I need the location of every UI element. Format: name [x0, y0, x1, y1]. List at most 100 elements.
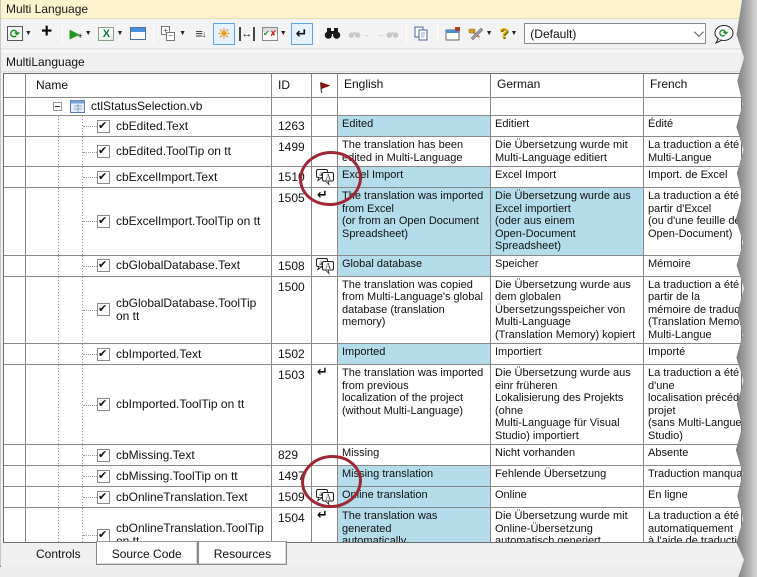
german-cell[interactable]: Speicher [491, 256, 644, 277]
row-selector[interactable] [4, 188, 26, 256]
tools-button[interactable]: ▼ [465, 23, 496, 45]
french-cell[interactable]: La traduction a été im d'une localisatio… [644, 365, 742, 445]
id-cell[interactable] [272, 98, 312, 116]
translate-button[interactable]: ⟳ [710, 23, 738, 45]
row-selector[interactable] [4, 487, 26, 508]
excel-import-button[interactable]: X▼ [96, 23, 127, 45]
table-row[interactable]: cbOnlineTranslation.Text1509aAOnline tra… [4, 487, 742, 508]
french-cell[interactable]: Absente [644, 445, 742, 466]
table-row[interactable]: cbOnlineTranslation.ToolTip on tt1504↵Th… [4, 508, 742, 543]
dropdown-caret-icon[interactable]: ▼ [25, 30, 32, 37]
german-cell[interactable]: Die Übersetzung wurde aus Excel importie… [491, 188, 644, 256]
column-header-french[interactable]: French [644, 74, 742, 98]
find-button[interactable] [322, 23, 345, 45]
table-row[interactable]: cbExcelImport.ToolTip on tt1505↵The tran… [4, 188, 742, 256]
id-cell[interactable]: 1503 [272, 365, 312, 445]
table-row[interactable]: cbImported.Text1502ImportedImportiertImp… [4, 344, 742, 365]
german-cell[interactable]: Online [491, 487, 644, 508]
english-cell[interactable]: Online translation [338, 487, 491, 508]
german-cell[interactable]: Editiert [491, 116, 644, 137]
row-selector[interactable] [4, 116, 26, 137]
english-cell[interactable]: Edited [338, 116, 491, 137]
french-cell[interactable]: La traduction a été c partir de la mémoi… [644, 277, 742, 345]
row-selector[interactable] [4, 167, 26, 188]
row-selector[interactable] [4, 508, 26, 543]
group-row-name-cell[interactable]: ctlStatusSelection.vb [26, 98, 272, 116]
name-cell[interactable]: cbEdited.Text [26, 116, 272, 137]
german-cell[interactable]: Importiert [491, 344, 644, 365]
german-cell[interactable]: Die Übersetzung wurde aus dem globalen Ü… [491, 277, 644, 345]
column-header-name[interactable]: Name [26, 74, 272, 98]
row-checkbox[interactable] [97, 529, 110, 542]
name-cell[interactable]: cbExcelImport.ToolTip on tt [26, 188, 272, 256]
german-cell[interactable]: Die Übersetzung wurde mit Multi-Language… [491, 137, 644, 167]
english-cell[interactable]: The translation was generated automatica… [338, 508, 491, 543]
column-validate-button[interactable]: ✔✘▼ [259, 23, 290, 45]
english-cell[interactable]: The translation was imported from previo… [338, 365, 491, 445]
name-cell[interactable]: cbOnlineTranslation.Text [26, 487, 272, 508]
group-row[interactable]: ctlStatusSelection.vb [4, 98, 742, 116]
window-title-bar[interactable]: Multi Language [1, 0, 741, 19]
dropdown-caret-icon[interactable]: ▼ [179, 30, 186, 37]
table-row[interactable]: cbEdited.ToolTip on tt1499The translatio… [4, 137, 742, 167]
english-cell[interactable]: Missing [338, 445, 491, 466]
row-selector[interactable] [4, 466, 26, 487]
french-cell[interactable]: Mémoire [644, 256, 742, 277]
name-cell[interactable]: cbGlobalDatabase.Text [26, 256, 272, 277]
english-cell[interactable]: The translation has been edited in Multi… [338, 137, 491, 167]
english-cell[interactable]: The translation was imported from Excel … [338, 188, 491, 256]
highlight-toggle-button[interactable]: ☀ [213, 23, 235, 45]
table-row[interactable]: cbGlobalDatabase.Text1508aAGlobal databa… [4, 256, 742, 277]
tree-collapse-expander[interactable] [53, 102, 62, 111]
row-checkbox[interactable] [97, 491, 110, 504]
table-row[interactable]: cbGlobalDatabase.ToolTip on tt1500The tr… [4, 277, 742, 345]
name-cell[interactable]: cbGlobalDatabase.ToolTip on tt [26, 277, 272, 345]
linebreak-toggle-button[interactable]: ↵ [291, 23, 313, 45]
id-cell[interactable]: 1504 [272, 508, 312, 543]
row-selector[interactable] [4, 365, 26, 445]
german-cell[interactable]: Fehlende Übersetzung [491, 466, 644, 487]
french-cell[interactable]: Édité [644, 116, 742, 137]
row-checkbox[interactable] [97, 215, 110, 228]
row-checkbox[interactable] [97, 171, 110, 184]
row-selector[interactable] [4, 277, 26, 345]
german-cell[interactable] [491, 98, 644, 116]
profile-combobox[interactable]: (Default) [524, 23, 706, 44]
table-row[interactable]: cbExcelImport.Text1510aAExcel ImportExce… [4, 167, 742, 188]
column-header-flag[interactable] [312, 74, 338, 98]
french-cell[interactable]: La traduction a été é Multi-Langue [644, 137, 742, 167]
id-cell[interactable]: 1497 [272, 466, 312, 487]
id-cell[interactable]: 1499 [272, 137, 312, 167]
row-checkbox[interactable] [97, 120, 110, 133]
dropdown-caret-icon[interactable]: ▼ [486, 30, 493, 37]
language-refresh-button[interactable]: ⟳▼ [4, 23, 35, 45]
row-checkbox[interactable] [97, 259, 110, 272]
row-checkbox[interactable] [97, 145, 110, 158]
german-cell[interactable]: Die Übersetzung wurde mit Online-Überset… [491, 508, 644, 543]
id-cell[interactable]: 1500 [272, 277, 312, 345]
name-cell[interactable]: cbMissing.ToolTip on tt [26, 466, 272, 487]
french-cell[interactable] [644, 98, 742, 116]
name-cell[interactable]: cbOnlineTranslation.ToolTip on tt [26, 508, 272, 543]
french-cell[interactable]: Traduction manquant [644, 466, 742, 487]
german-cell[interactable]: Excel Import [491, 167, 644, 188]
row-selector[interactable] [4, 98, 26, 116]
properties-button[interactable] [442, 23, 464, 45]
sort-button[interactable]: ≡↓ [190, 23, 212, 45]
table-row[interactable]: cbEdited.Text1263EditedEditiertÉdité [4, 116, 742, 137]
german-cell[interactable]: Nicht vorhanden [491, 445, 644, 466]
tab-controls[interactable]: Controls [21, 543, 96, 565]
id-cell[interactable]: 1510 [272, 167, 312, 188]
column-header-german[interactable]: German [491, 74, 644, 98]
column-width-button[interactable]: ↔ [236, 23, 258, 45]
row-selector-header[interactable] [4, 74, 26, 98]
row-checkbox[interactable] [97, 470, 110, 483]
english-cell[interactable]: Imported [338, 344, 491, 365]
add-button[interactable]: + [36, 23, 58, 45]
french-cell[interactable]: La traduction a été g automatiquement à … [644, 508, 742, 543]
row-selector[interactable] [4, 344, 26, 365]
french-cell[interactable]: La traduction a été im partir d'Excel (o… [644, 188, 742, 256]
english-cell[interactable]: Excel Import [338, 167, 491, 188]
dropdown-caret-icon[interactable]: ▼ [280, 30, 287, 37]
english-cell[interactable] [338, 98, 491, 116]
